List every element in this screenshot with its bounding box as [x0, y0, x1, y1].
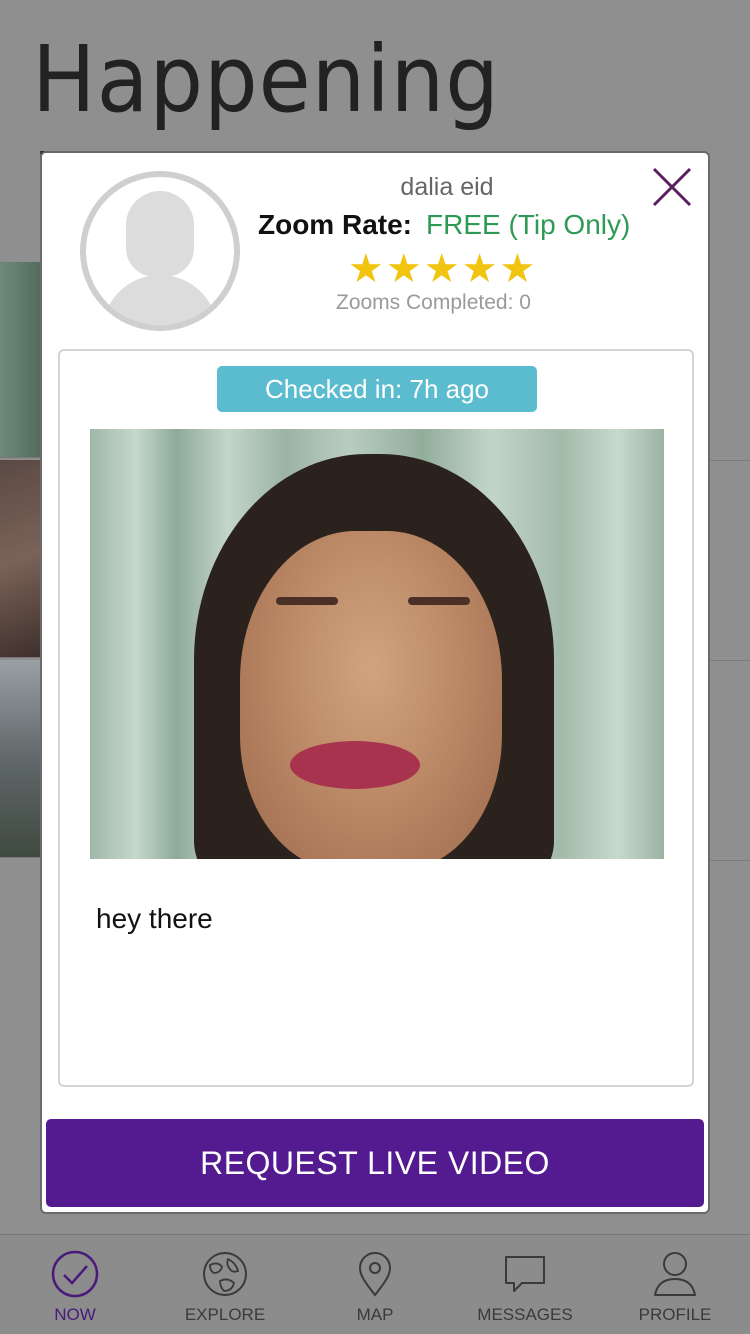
tab-label: MAP	[356, 1305, 394, 1324]
photo-brow	[408, 597, 470, 605]
tab-label: NOW	[54, 1305, 96, 1324]
photo-face	[240, 531, 502, 859]
feed-thumbnail[interactable]	[0, 660, 42, 858]
chat-bubble-icon	[505, 1256, 545, 1292]
zoom-rate-value: FREE (Tip Only)	[426, 209, 631, 240]
checkin-time-badge: Checked in: 7h ago	[217, 366, 537, 412]
map-pin-icon	[358, 1252, 392, 1297]
user-name: dalia eid	[400, 173, 494, 201]
tab-label: MESSAGES	[477, 1305, 573, 1324]
avatar-placeholder-body	[102, 275, 218, 325]
tab-label: EXPLORE	[184, 1305, 266, 1324]
feed-thumbnail[interactable]	[0, 460, 42, 658]
checkin-detail-modal: dalia eid Zoom Rate: FREE (Tip Only) ★★★★…	[40, 151, 710, 1214]
feed-divider	[708, 460, 750, 461]
tab-messages[interactable]: MESSAGES	[450, 1235, 600, 1334]
star-rating: ★★★★★	[348, 247, 538, 291]
check-circle-icon	[51, 1250, 99, 1298]
feed-thumbnail[interactable]	[0, 262, 42, 458]
zoom-rate-label: Zoom Rate:	[258, 209, 412, 240]
tab-explore[interactable]: EXPLORE	[150, 1235, 300, 1334]
feed-divider	[708, 660, 750, 661]
checkin-card: Checked in: 7h ago hey there	[58, 349, 694, 1087]
user-icon	[654, 1252, 696, 1296]
photo-lips	[290, 741, 420, 789]
photo-brow	[276, 597, 338, 605]
feed-divider	[708, 860, 750, 861]
tab-profile[interactable]: PROFILE	[600, 1235, 750, 1334]
tab-label: PROFILE	[638, 1305, 712, 1324]
tab-map[interactable]: MAP	[300, 1235, 450, 1334]
checkin-photo[interactable]	[90, 429, 664, 859]
request-live-video-button[interactable]: REQUEST LIVE VIDEO	[46, 1119, 704, 1207]
tab-bar: NOW EXPLORE MAP MESSAGES PROFILE	[0, 1234, 750, 1334]
zoom-rate: Zoom Rate: FREE (Tip Only)	[258, 209, 630, 241]
tab-now[interactable]: NOW	[0, 1235, 150, 1334]
zooms-completed: Zooms Completed: 0	[336, 291, 531, 314]
checkin-message: hey there	[96, 903, 213, 934]
avatar-placeholder-head	[126, 191, 194, 277]
globe-icon	[203, 1252, 247, 1296]
